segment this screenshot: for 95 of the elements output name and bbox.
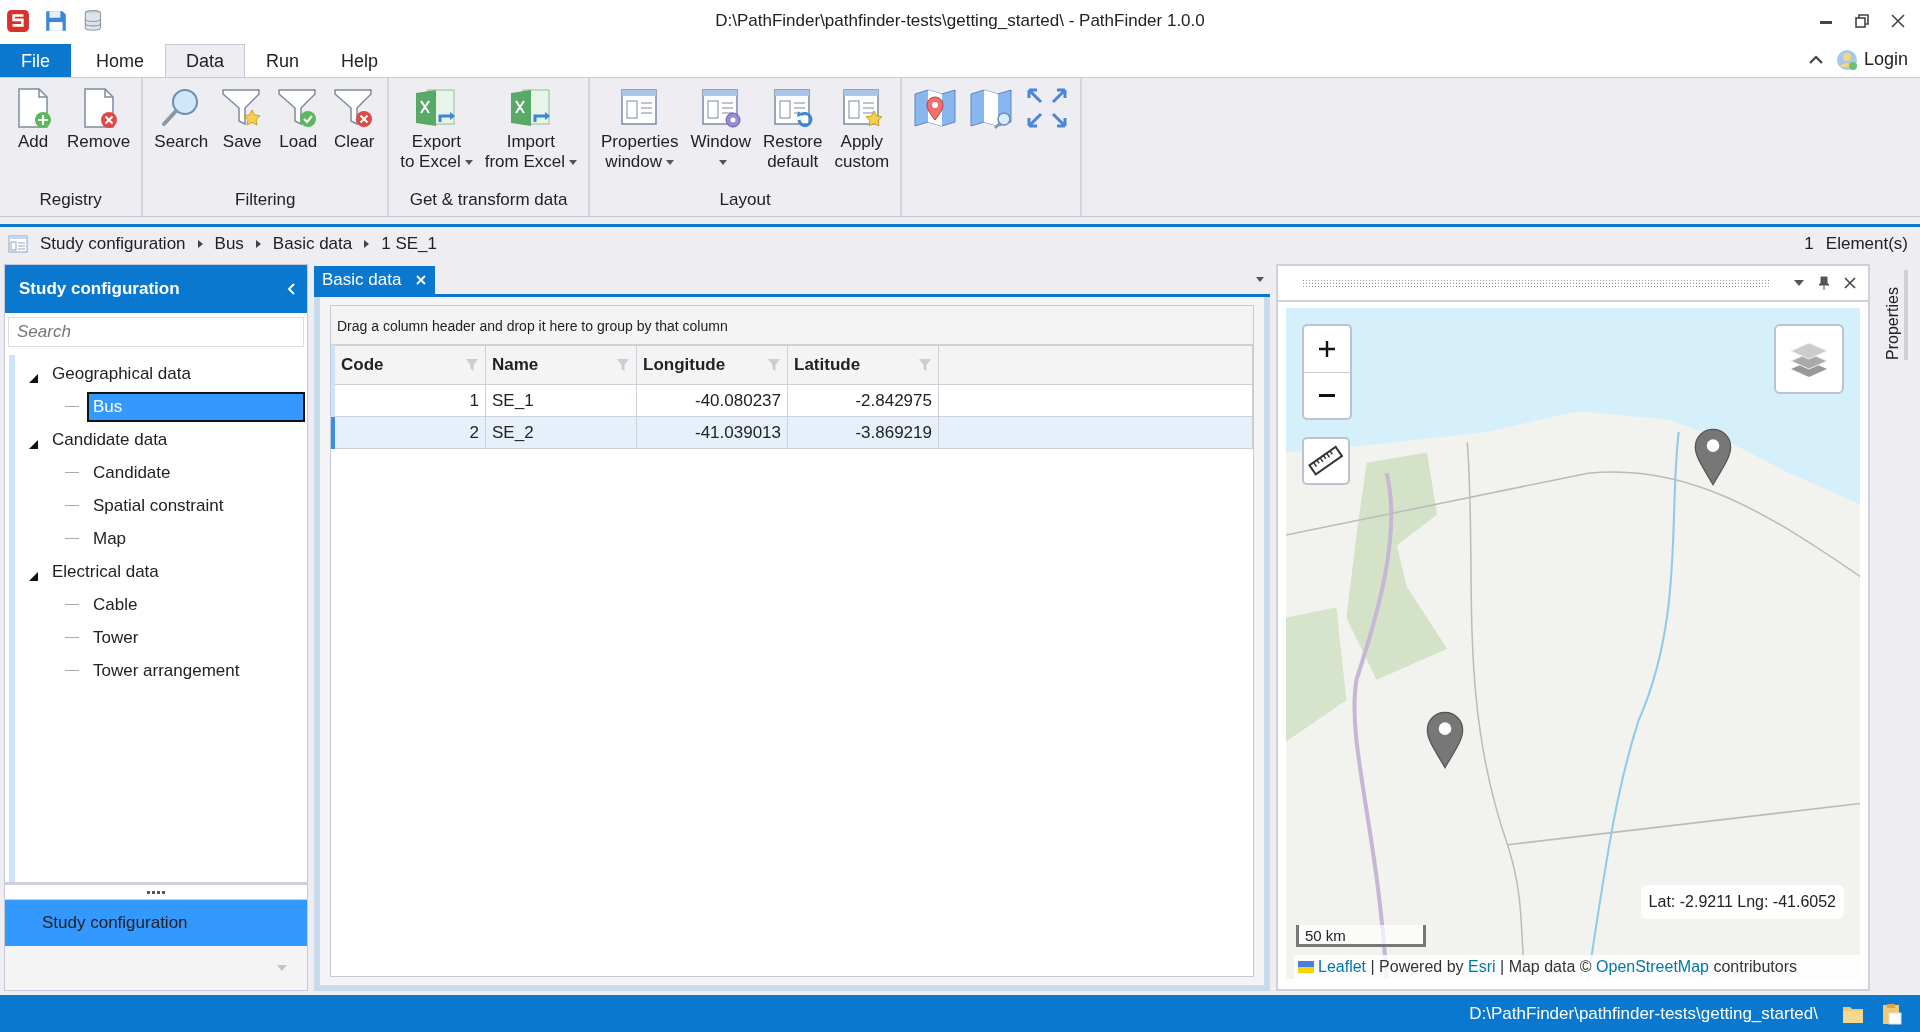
column-header[interactable]: Code: [333, 345, 486, 385]
map-pin-icon: [913, 86, 958, 130]
window-title: D:\PathFinder\pathfinder-tests\getting_started\ - PathFinder 1.0.0: [715, 11, 1205, 31]
tree-item[interactable]: Tower arrangement: [87, 655, 305, 686]
ribbon-button[interactable]: Save: [215, 82, 270, 156]
splitter-grip-icon[interactable]: [147, 890, 165, 894]
ribbon-button[interactable]: Clear: [327, 82, 382, 156]
chevron-right-icon: [364, 239, 370, 248]
ribbon-button[interactable]: Apply custom: [829, 82, 895, 176]
tree-item[interactable]: Candidate data: [46, 424, 305, 455]
file-menu-tab[interactable]: File: [0, 44, 71, 77]
ribbon-button[interactable]: Import from Excel: [479, 82, 582, 176]
panel-title: Study configuration: [19, 279, 181, 299]
table-cell: -40.080237: [636, 384, 788, 417]
caret-icon: [666, 160, 675, 165]
caret-down-icon[interactable]: [1794, 280, 1804, 286]
ribbon-button[interactable]: Remove: [62, 82, 136, 156]
close-icon[interactable]: [1890, 13, 1906, 29]
layers-button[interactable]: [1774, 324, 1844, 394]
ribbon-tab[interactable]: Run: [245, 44, 321, 77]
attribution-link[interactable]: Esri: [1468, 958, 1496, 976]
layers-icon: [1789, 341, 1829, 377]
tab-label: Basic data: [322, 270, 402, 290]
tree-item[interactable]: Map: [87, 523, 305, 554]
tree-item[interactable]: Candidate: [87, 457, 305, 488]
collapse-icon[interactable]: [285, 281, 297, 297]
pin-icon[interactable]: [1818, 276, 1830, 290]
measure-button[interactable]: [1302, 437, 1350, 485]
tree-item[interactable]: Spatial constraint: [87, 490, 305, 521]
element-count-label: Element(s): [1825, 233, 1908, 254]
ribbon-button[interactable]: Add: [6, 82, 60, 156]
ribbon-tab[interactable]: Help: [320, 44, 400, 77]
map-attribution: Leaflet | Powered by Esri | Map data © OpenStreetMap contributors: [1294, 955, 1860, 979]
navigation-item[interactable]: Study configuration: [5, 900, 307, 946]
user-icon: [1835, 48, 1858, 71]
table-cell: -2.842975: [787, 384, 939, 417]
group-label: Registry: [38, 189, 103, 211]
save-icon[interactable]: [44, 9, 68, 33]
ribbon-tab[interactable]: Data: [165, 44, 246, 77]
map-marker-icon[interactable]: [1426, 711, 1464, 769]
document-tab[interactable]: Basic data: [314, 266, 436, 294]
minus-icon: [1319, 394, 1335, 397]
ribbon-button[interactable]: Search: [149, 82, 214, 156]
group-panel-hint: Drag a column header and drop it here to group by that column: [331, 306, 1253, 345]
login-button[interactable]: Login: [1835, 48, 1908, 71]
breadcrumb-item[interactable]: Bus: [214, 233, 244, 254]
ribbon-tab[interactable]: Home: [75, 44, 166, 77]
breadcrumb-item[interactable]: Study configuration: [40, 233, 186, 254]
ribbon-button[interactable]: Export to Excel: [395, 82, 478, 176]
caret-icon: [718, 160, 727, 165]
tree-item[interactable]: Electrical data: [46, 556, 305, 587]
coordinates-readout: Lat: -2.9211 Lng: -41.6052: [1640, 885, 1844, 919]
expand-arrows-icon: [1025, 86, 1070, 130]
chevron-right-icon: [255, 239, 261, 248]
flag-icon: [1298, 961, 1314, 973]
search-field[interactable]: Search: [8, 317, 304, 347]
column-header[interactable]: Name: [485, 345, 637, 385]
list-view-icon: [8, 234, 28, 253]
restore-icon[interactable]: [1854, 13, 1870, 29]
attribution-link[interactable]: OpenStreetMap: [1596, 958, 1709, 976]
table-cell: -41.039013: [636, 416, 788, 449]
group-label: Layout: [718, 189, 772, 211]
tree-item[interactable]: Geographical data: [46, 358, 305, 389]
plus-icon: [1317, 339, 1337, 359]
tree-item[interactable]: Cable: [87, 589, 305, 620]
clipboard-icon[interactable]: [1880, 1002, 1902, 1025]
side-panel-tab[interactable]: Properties: [1884, 270, 1908, 360]
caret-icon: [568, 160, 577, 165]
breadcrumb-item[interactable]: 1 SE_1: [381, 233, 437, 254]
chevron-right-icon: [197, 239, 203, 248]
map-scale: 50 km: [1296, 925, 1426, 947]
ribbon-button[interactable]: Properties window: [595, 82, 684, 176]
ribbon-button[interactable]: Load: [271, 82, 326, 156]
table-cell: SE_2: [485, 416, 637, 449]
column-header[interactable]: Longitude: [636, 345, 788, 385]
tree-item[interactable]: Tower: [87, 622, 305, 653]
breadcrumb-item[interactable]: Basic data: [272, 233, 353, 254]
table-row[interactable]: 2 SE_2 -41.039013 -3.869219: [333, 416, 1253, 449]
column-header[interactable]: Latitude: [787, 345, 939, 385]
tab-menu-icon[interactable]: [1256, 276, 1264, 282]
status-path: D:\PathFinder\pathfinder-tests\getting_started\: [1469, 1003, 1818, 1024]
close-icon[interactable]: [1844, 276, 1856, 290]
group-label: Get & transform data: [408, 189, 569, 211]
app-logo-icon: [6, 9, 30, 33]
ribbon-button[interactable]: Window: [685, 82, 756, 176]
caret-icon: [464, 160, 473, 165]
ribbon-button[interactable]: Restore default: [757, 82, 828, 176]
attribution-link[interactable]: Leaflet: [1318, 958, 1367, 976]
table-cell: -3.869219: [787, 416, 939, 449]
map-marker-icon[interactable]: [1694, 428, 1732, 486]
table-cell: 2: [333, 416, 486, 449]
map-magnifier-icon: [969, 86, 1014, 130]
table-cell: SE_1: [485, 384, 637, 417]
element-count: 1: [1804, 233, 1814, 254]
group-label: Filtering: [234, 189, 297, 211]
